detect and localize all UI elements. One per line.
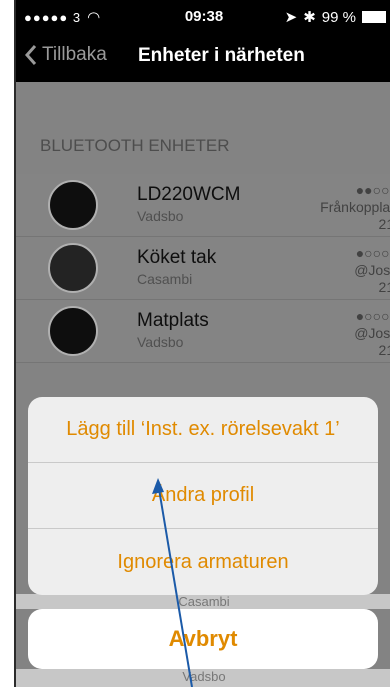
action-sheet: Lägg till ‘Inst. ex. rörelsevakt 1’ Ändr…: [28, 397, 378, 595]
change-profile-action[interactable]: Ändra profil: [28, 463, 378, 529]
ignore-fixture-action[interactable]: Ignorera armaturen: [28, 529, 378, 595]
back-button[interactable]: Tillbaka: [24, 44, 107, 66]
battery-area: ➤ ✱ 99 %: [285, 8, 386, 26]
obscured-row: Casambi: [16, 594, 390, 609]
chevron-left-icon: [24, 45, 37, 65]
obscured-brand: Casambi: [178, 594, 230, 609]
add-to-group-action[interactable]: Lägg till ‘Inst. ex. rörelsevakt 1’: [28, 397, 378, 463]
battery-icon: [362, 11, 386, 23]
phone-screen: ●●●●● 3 ◠ 09:38 ➤ ✱ 99 % Tillbaka Enhete…: [14, 0, 390, 687]
battery-text: 99 %: [321, 8, 356, 26]
back-label: Tillbaka: [42, 44, 107, 65]
location-icon: ➤: [284, 9, 298, 26]
page-title: Enheter i närheten: [138, 45, 305, 66]
bluetooth-icon: ✱: [303, 9, 316, 26]
navigation-bar: Tillbaka Enheter i närheten: [16, 32, 390, 82]
obscured-brand: Vadsbo: [182, 669, 226, 684]
device-list: BLUETOOTH ENHETER LD220WCM Vadsbo ●●○○○ …: [16, 82, 390, 687]
cancel-button[interactable]: Avbryt: [28, 609, 378, 669]
obscured-row: Vadsbo: [16, 669, 390, 687]
status-bar: ●●●●● 3 ◠ 09:38 ➤ ✱ 99 %: [16, 0, 390, 32]
